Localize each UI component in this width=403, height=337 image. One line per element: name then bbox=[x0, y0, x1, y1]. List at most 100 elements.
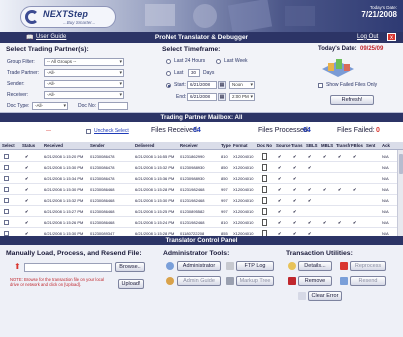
document-icon[interactable] bbox=[262, 219, 267, 226]
column-header-mbls[interactable]: MBLS bbox=[321, 143, 333, 148]
reprocess-icon bbox=[340, 262, 348, 270]
table-row[interactable]: ✔ 6/21/2008 1:15:20 PM 01230086478 6/21/200… bbox=[0, 151, 403, 162]
sender-select[interactable]: -All- bbox=[44, 80, 124, 88]
uncheck-select-checkbox[interactable] bbox=[86, 129, 91, 134]
uncheck-select-link[interactable]: Uncheck Select bbox=[94, 128, 129, 134]
close-icon[interactable]: x bbox=[387, 33, 396, 41]
column-header-transfr[interactable]: Transfr bbox=[336, 143, 351, 148]
step-check-icon: ✔ bbox=[353, 219, 357, 225]
table-row[interactable]: ✔ 6/21/2008 1:15:26 PM 01230086468 6/21/200… bbox=[0, 217, 403, 228]
row-select-checkbox[interactable] bbox=[4, 165, 9, 170]
table-row[interactable]: ✔ 6/21/2008 1:15:32 PM 01230086468 6/21/200… bbox=[0, 195, 403, 206]
step-check-icon: ✔ bbox=[308, 164, 312, 170]
column-header-delivered[interactable]: Delivered bbox=[135, 143, 154, 148]
end-time-select[interactable]: 2:00 PM bbox=[229, 93, 255, 101]
receiver-select[interactable]: -All- bbox=[44, 91, 124, 99]
last-24-hours-radio[interactable] bbox=[166, 59, 171, 64]
step-check-icon: ✔ bbox=[278, 186, 282, 192]
doc-type-select[interactable]: -All- bbox=[32, 102, 68, 110]
column-header-sbls[interactable]: SBLS bbox=[306, 143, 317, 148]
status-check-icon: ✔ bbox=[25, 219, 29, 225]
cell-receiver: 01230895582 bbox=[180, 208, 205, 214]
column-header-source[interactable]: Source bbox=[276, 143, 291, 148]
logout-link[interactable]: Log Out bbox=[357, 34, 378, 40]
table-row[interactable]: ✔ 6/21/2008 1:15:30 PM 01230086468 6/21/200… bbox=[0, 184, 403, 195]
upload-button[interactable]: Upload! bbox=[118, 279, 144, 289]
step-check-icon: ✔ bbox=[338, 153, 342, 159]
admin-guide-icon bbox=[166, 277, 174, 285]
step-check-icon: ✔ bbox=[338, 186, 342, 192]
column-header-sent[interactable]: Sent bbox=[366, 143, 375, 148]
column-header-doc-no[interactable]: Doc No bbox=[257, 143, 272, 148]
column-header-sender[interactable]: Sender bbox=[90, 143, 105, 148]
document-icon[interactable] bbox=[262, 208, 267, 215]
file-path-input[interactable] bbox=[24, 263, 112, 272]
document-icon[interactable] bbox=[262, 175, 267, 182]
row-select-checkbox[interactable] bbox=[4, 198, 9, 203]
document-icon[interactable] bbox=[262, 153, 267, 160]
markup-tree-button[interactable]: Markup Tree bbox=[236, 276, 274, 286]
remove-icon bbox=[288, 277, 296, 285]
step-check-icon: ✔ bbox=[308, 186, 312, 192]
column-header-ack[interactable]: Ack bbox=[382, 143, 390, 148]
start-date-input[interactable]: 6/21/2008 bbox=[187, 81, 217, 89]
start-range-radio[interactable] bbox=[166, 83, 171, 88]
row-select-checkbox[interactable] bbox=[4, 187, 9, 192]
column-header-type[interactable]: Type bbox=[221, 143, 231, 148]
admin-guide-button[interactable]: Admin Guide bbox=[177, 276, 221, 286]
step-check-icon: ✔ bbox=[323, 186, 327, 192]
column-header-fblos[interactable]: FBlos bbox=[351, 143, 363, 148]
row-select-checkbox[interactable] bbox=[4, 154, 9, 159]
manual-load-title: Manually Load, Process, and Resend File: bbox=[6, 250, 142, 257]
details-button[interactable]: Details... bbox=[298, 261, 332, 271]
trade-partner-select[interactable]: -All- bbox=[44, 69, 124, 77]
table-row[interactable]: ✔ 6/21/2008 1:15:34 PM 01230086478 6/21/200… bbox=[0, 173, 403, 184]
refresh-button[interactable]: Refresh! bbox=[330, 95, 374, 105]
column-header-status[interactable]: Status bbox=[22, 143, 35, 148]
column-header-received[interactable]: Received bbox=[44, 143, 63, 148]
clear-error-button[interactable]: Clear Error bbox=[308, 291, 342, 301]
show-failed-checkbox[interactable] bbox=[318, 83, 323, 88]
doc-no-input[interactable] bbox=[98, 102, 128, 110]
last-week-radio[interactable] bbox=[216, 59, 221, 64]
cell-receiver: 01231982468 bbox=[180, 197, 205, 203]
ftp-log-button[interactable]: FTP Log bbox=[236, 261, 274, 271]
end-calendar-icon[interactable]: ▦ bbox=[218, 93, 226, 101]
resend-button[interactable]: Resend bbox=[350, 276, 386, 286]
table-row[interactable]: ✔ 6/21/2008 1:15:30 PM 01230086478 6/21/200… bbox=[0, 162, 403, 173]
table-row[interactable]: ✔ 6/21/2008 1:15:30 PM 01230089347 6/21/200… bbox=[0, 228, 403, 236]
document-icon[interactable] bbox=[262, 197, 267, 204]
grid-scrollbar-thumb[interactable] bbox=[399, 154, 403, 174]
cell-ack: N/A bbox=[382, 219, 389, 225]
start-calendar-icon[interactable]: ▦ bbox=[218, 81, 226, 89]
last-days-input[interactable]: 30 bbox=[188, 69, 200, 77]
upload-arrow-icon: ⬆ bbox=[14, 262, 21, 271]
row-select-checkbox[interactable] bbox=[4, 220, 9, 225]
row-select-checkbox[interactable] bbox=[4, 176, 9, 181]
browse-button[interactable]: Browse.. bbox=[115, 262, 145, 272]
cell-type: 850 bbox=[221, 164, 228, 170]
group-filter-select[interactable]: -- All Groups -- bbox=[44, 58, 124, 66]
cell-delivered: 6/21/2008 1:15:36 PM bbox=[135, 175, 175, 181]
column-header-receiver[interactable]: Receiver bbox=[180, 143, 198, 148]
cell-sender: 01230086468 bbox=[90, 219, 115, 225]
details-icon bbox=[288, 262, 296, 270]
end-date-input[interactable]: 6/21/2008 bbox=[187, 93, 217, 101]
last-days-radio[interactable] bbox=[166, 71, 171, 76]
administrator-button[interactable]: Administrator bbox=[177, 261, 221, 271]
cell-ack: N/A bbox=[382, 197, 389, 203]
remove-button[interactable]: Remove bbox=[298, 276, 332, 286]
row-select-checkbox[interactable] bbox=[4, 209, 9, 214]
grid-scrollbar[interactable] bbox=[397, 150, 403, 236]
document-icon[interactable] bbox=[262, 164, 267, 171]
group-filter-label: Group Filter: bbox=[7, 59, 35, 65]
column-header-select[interactable]: Select bbox=[2, 143, 15, 148]
reprocess-button[interactable]: Reprocess bbox=[350, 261, 386, 271]
cell-received: 6/21/2008 1:15:30 PM bbox=[44, 230, 84, 236]
column-header-trans[interactable]: Trans bbox=[291, 143, 302, 148]
start-time-select[interactable]: Noon bbox=[229, 81, 255, 89]
table-row[interactable]: ✔ 6/21/2008 1:15:27 PM 01230086468 6/21/200… bbox=[0, 206, 403, 217]
column-header-format[interactable]: Format bbox=[233, 143, 248, 148]
document-icon[interactable] bbox=[262, 186, 267, 193]
cell-type: 997 bbox=[221, 208, 228, 214]
